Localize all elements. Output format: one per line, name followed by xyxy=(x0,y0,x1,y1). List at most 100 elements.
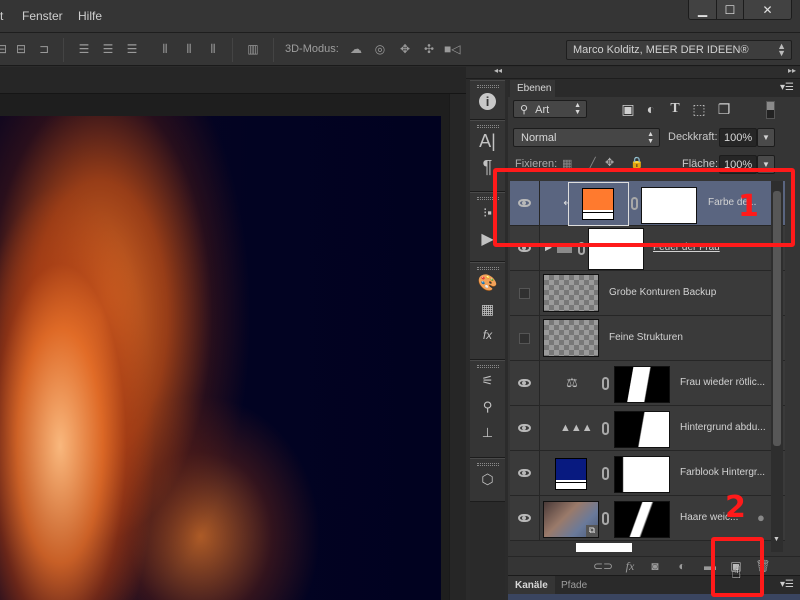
layer-mask-thumbnail[interactable] xyxy=(614,501,670,538)
distribute-left-icon[interactable]: ⫴ xyxy=(157,42,173,56)
distribute-hcenter-icon[interactable]: ⫴ xyxy=(181,42,197,56)
canvas-vertical-scrollbar[interactable] xyxy=(449,94,466,600)
lock-position-icon[interactable]: ✥ xyxy=(605,156,614,169)
panel-menu-icon[interactable]: ▾☰ xyxy=(780,82,794,93)
opacity-dropdown-button[interactable]: ▼ xyxy=(757,128,775,147)
brush-presets-icon[interactable]: ⚟ xyxy=(470,368,505,394)
lock-transparency-icon[interactable]: ▦ xyxy=(562,157,572,170)
mask-link-icon[interactable] xyxy=(602,512,609,525)
pan-icon[interactable]: ✥ xyxy=(397,42,413,56)
brushes-icon[interactable]: ⚲ xyxy=(470,394,505,420)
layer-mask-thumbnail[interactable] xyxy=(614,366,670,403)
layer-thumbnail[interactable] xyxy=(543,274,599,312)
orbit-icon[interactable]: ☁ xyxy=(348,42,364,56)
collapse-right-icon[interactable]: ▸▸ xyxy=(788,66,796,75)
layer-row[interactable]: ▶ Feuer der Frau xyxy=(510,226,785,271)
roll-icon[interactable]: ◎ xyxy=(372,42,388,56)
layer-name[interactable]: Farblook Hintergr... xyxy=(680,467,765,478)
visibility-toggle[interactable] xyxy=(510,181,540,225)
new-group-icon[interactable]: ▬ xyxy=(701,559,719,574)
layer-filter-select[interactable]: ⚲ Art ▲ ▼ xyxy=(513,100,587,118)
visibility-toggle[interactable] xyxy=(510,496,540,540)
lock-pixels-icon[interactable]: ╱ xyxy=(589,157,596,170)
link-layers-icon[interactable]: ⊂⊃ xyxy=(593,559,613,574)
3d-icon[interactable]: ⬡ xyxy=(470,466,505,492)
fill-dropdown-button[interactable]: ▼ xyxy=(757,155,775,174)
styles-icon[interactable]: fx xyxy=(470,322,505,348)
mask-link-icon[interactable] xyxy=(602,377,609,390)
character-icon[interactable]: A| xyxy=(470,128,505,154)
layer-row[interactable]: ▲▲▲ Hintergrund abdu... xyxy=(510,406,785,451)
shape-filter-icon[interactable]: ⬚ xyxy=(691,101,707,117)
layer-thumbnail[interactable] xyxy=(543,319,599,357)
lock-all-icon[interactable]: 🔒 xyxy=(630,156,644,169)
layer-name[interactable]: Frau wieder rötlic... xyxy=(680,377,765,388)
tab-pfade[interactable]: Pfade xyxy=(554,576,594,595)
visibility-toggle[interactable] xyxy=(510,451,540,495)
add-mask-icon[interactable]: ◙ xyxy=(646,559,664,574)
layer-mask-thumbnail[interactable] xyxy=(614,411,670,448)
layer-row[interactable]: ↲ Farbe de... xyxy=(510,181,785,226)
paragraph-icon[interactable]: ¶ xyxy=(470,154,505,180)
layer-thumbnail[interactable] xyxy=(555,458,587,490)
clone-source-icon[interactable]: ⊥ xyxy=(470,420,505,446)
visibility-toggle[interactable] xyxy=(510,406,540,450)
camera-icon[interactable]: ■◁ xyxy=(444,42,460,56)
visibility-toggle[interactable] xyxy=(510,316,540,360)
swatches-icon[interactable]: 🎨 xyxy=(470,270,505,296)
layer-name[interactable]: Haare weic... xyxy=(680,512,738,523)
actions-icon[interactable]: ⁝▪ xyxy=(470,200,505,226)
layer-name[interactable]: Feuer der Frau xyxy=(653,242,720,253)
distribute-top-icon[interactable]: ☰ xyxy=(76,42,92,56)
adjustment-filter-icon[interactable]: ◐ xyxy=(643,101,659,117)
play-icon[interactable]: ▶ xyxy=(470,226,505,252)
layer-row[interactable]: ⧉ Haare weic... ● xyxy=(510,496,785,541)
tab-kanaele[interactable]: Kanäle xyxy=(508,576,555,595)
layer-mask-thumbnail[interactable] xyxy=(614,456,670,493)
mask-link-icon[interactable] xyxy=(602,422,609,435)
tab-ebenen[interactable]: Ebenen xyxy=(510,80,555,97)
distribute-right-icon[interactable]: ⫴ xyxy=(205,42,221,56)
panel-menu-icon[interactable]: ▾☰ xyxy=(780,579,794,590)
mask-link-icon[interactable] xyxy=(578,242,585,255)
mask-link-icon[interactable] xyxy=(602,467,609,480)
workspace-preset-select[interactable]: Marco Kolditz, MEER DER IDEEN® ▲ ▼ xyxy=(566,40,792,60)
distribute-bottom-icon[interactable]: ☰ xyxy=(124,42,140,56)
layer-name[interactable]: Farbe de... xyxy=(708,197,756,208)
visibility-toggle[interactable] xyxy=(510,271,540,315)
layer-thumbnail[interactable] xyxy=(582,188,614,220)
smart-object-thumbnail[interactable]: ⧉ xyxy=(543,501,599,538)
minimize-button[interactable]: ▁ xyxy=(689,0,717,19)
type-filter-icon[interactable]: T xyxy=(667,101,683,117)
menu-hilfe[interactable]: Hilfe xyxy=(78,9,102,23)
scrollbar-thumb[interactable] xyxy=(773,191,781,446)
distribute-vcenter-icon[interactable]: ☰ xyxy=(100,42,116,56)
visibility-toggle[interactable] xyxy=(510,226,540,270)
color-balance-icon[interactable]: ⚖ xyxy=(560,373,584,393)
layer-name[interactable]: Hintergrund abdu... xyxy=(680,422,766,433)
adjustment-layer-icon[interactable]: ◐ xyxy=(673,559,691,574)
group-expand-icon[interactable]: ▶ xyxy=(545,242,552,253)
opacity-input[interactable]: 100% xyxy=(719,128,757,147)
fx-icon[interactable]: fx xyxy=(621,559,639,574)
align-right-icon[interactable]: ⊐ xyxy=(36,42,52,56)
delete-icon[interactable]: 🗑 xyxy=(754,559,772,574)
visibility-toggle[interactable] xyxy=(510,361,540,405)
blend-mode-select[interactable]: Normal ▲ ▼ xyxy=(513,128,660,147)
maximize-button[interactable]: ☐ xyxy=(717,0,744,19)
layer-name[interactable]: Grobe Konturen Backup xyxy=(609,287,716,298)
smart-filter-icon[interactable]: ● xyxy=(757,510,765,525)
align-left-icon[interactable]: ⊟ xyxy=(0,42,10,56)
layer-row[interactable]: Feine Strukturen xyxy=(510,316,785,361)
menu-edit-partial[interactable]: t xyxy=(0,9,3,23)
layer-row[interactable]: ⚖ Frau wieder rötlic... xyxy=(510,361,785,406)
info-icon[interactable]: i xyxy=(470,88,505,114)
group-mask-thumbnail[interactable] xyxy=(588,228,644,270)
auto-align-icon[interactable]: ▥ xyxy=(245,42,261,56)
layer-name[interactable]: Feine Strukturen xyxy=(609,332,683,343)
layers-scrollbar[interactable]: ▼ xyxy=(771,181,783,552)
layer-mask-thumbnail[interactable] xyxy=(641,187,697,224)
collapse-left-icon[interactable]: ◂◂ xyxy=(494,66,502,75)
align-hcenter-icon[interactable]: ⊟ xyxy=(13,42,29,56)
layer-row[interactable]: Farblook Hintergr... xyxy=(510,451,785,496)
